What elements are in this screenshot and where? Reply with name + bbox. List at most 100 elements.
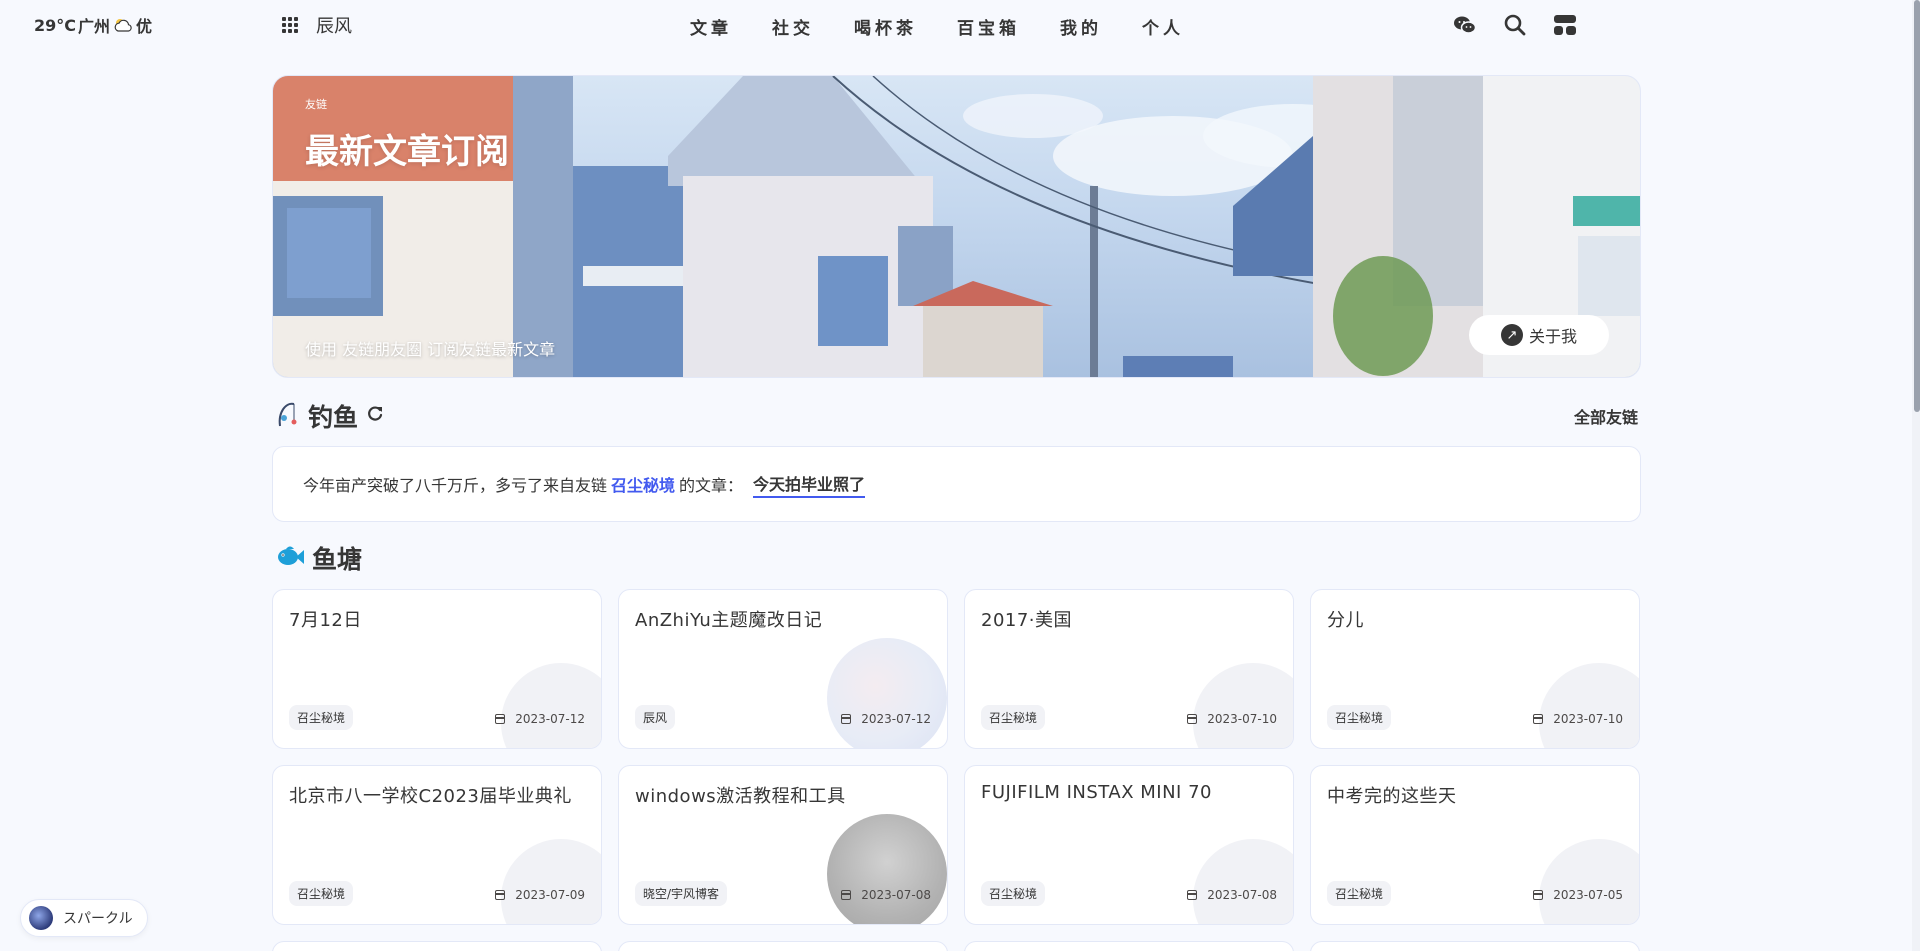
weather-aqi: 优: [136, 17, 153, 36]
calendar-icon: [1533, 714, 1544, 724]
top-navbar: 29°C 广州 优 辰风 文章 社交 喝杯茶 百宝箱 我的 个人: [0, 0, 1920, 52]
author-tag[interactable]: 召尘秘境: [289, 881, 354, 906]
author-tag[interactable]: 辰风: [635, 705, 676, 730]
author-tag[interactable]: 晓空/宇风博客: [635, 881, 728, 906]
search-icon[interactable]: [1502, 12, 1528, 38]
article-card[interactable]: 2017·美国 召尘秘境 2023-07-10: [964, 589, 1294, 749]
layout-toggle-icon[interactable]: [1552, 12, 1578, 38]
scrollbar-thumb[interactable]: [1914, 0, 1920, 412]
article-title: 中考完的这些天: [1327, 786, 1457, 807]
fishing-card: 今年亩产突破了八千万斤，多亏了来自友链 召尘秘境 的文章： 今天拍毕业照了: [272, 446, 1641, 522]
article-date: 2023-07-10: [1187, 712, 1277, 726]
author-tag[interactable]: 召尘秘境: [1327, 881, 1392, 906]
article-card-partial[interactable]: [618, 941, 948, 951]
article-title: AnZhiYu主题魔改日记: [635, 610, 823, 631]
article-card-partial[interactable]: [1310, 941, 1640, 951]
article-card[interactable]: 北京市八一学校C2023届毕业典礼 召尘秘境 2023-07-09: [272, 765, 602, 925]
fishing-rod-icon: [276, 400, 300, 432]
author-tag[interactable]: 召尘秘境: [981, 881, 1046, 906]
author-avatar: [501, 839, 601, 924]
article-date-text: 2023-07-09: [515, 888, 585, 902]
article-date-text: 2023-07-08: [1207, 888, 1277, 902]
calendar-icon: [1187, 890, 1198, 900]
article-title: windows激活教程和工具: [635, 786, 846, 807]
article-date-text: 2023-07-10: [1553, 712, 1623, 726]
fish-pond-grid: 7月12日 召尘秘境 2023-07-12 AnZhiYu主题魔改日记 辰风 2…: [272, 589, 1641, 925]
fishing-blog-link[interactable]: 召尘秘境: [611, 472, 675, 496]
fishing-text-middle: 的文章：: [679, 476, 744, 495]
calendar-icon: [841, 714, 852, 724]
author-avatar: [1539, 839, 1639, 924]
article-date-text: 2023-07-08: [861, 888, 931, 902]
weather-temp: 29°C: [34, 15, 77, 35]
pond-section-header: 鱼塘: [276, 540, 362, 576]
pond-heading: 鱼塘: [312, 545, 363, 574]
nav-left: 辰风: [282, 12, 352, 38]
author-tag[interactable]: 召尘秘境: [1327, 705, 1392, 730]
author-avatar: [827, 638, 947, 748]
article-date: 2023-07-08: [841, 888, 931, 902]
article-title: 分儿: [1327, 610, 1364, 631]
fishing-post-link[interactable]: 今天拍毕业照了: [753, 471, 866, 498]
weather-widget[interactable]: 29°C 广州 优: [34, 13, 152, 37]
calendar-icon: [1187, 714, 1198, 724]
about-me-label: 关于我: [1528, 327, 1577, 346]
author-tag[interactable]: 召尘秘境: [289, 705, 354, 730]
article-date: 2023-07-12: [841, 712, 931, 726]
banner-illustration: [273, 76, 1640, 377]
nav-item-tea[interactable]: 喝杯茶: [854, 14, 917, 39]
partly-cloudy-icon: [112, 17, 134, 33]
article-date: 2023-07-12: [495, 712, 585, 726]
all-links-link[interactable]: 全部友链: [1574, 404, 1638, 428]
article-card[interactable]: windows激活教程和工具 晓空/宇风博客 2023-07-08: [618, 765, 948, 925]
article-date: 2023-07-10: [1533, 712, 1623, 726]
article-card-partial[interactable]: [272, 941, 602, 951]
nav-item-personal[interactable]: 个人: [1142, 14, 1184, 39]
article-card-partial[interactable]: [964, 941, 1294, 951]
article-title: FUJIFILM INSTAX MINI 70: [981, 782, 1212, 803]
nav-right: [1452, 12, 1578, 38]
article-card[interactable]: FUJIFILM INSTAX MINI 70 召尘秘境 2023-07-08: [964, 765, 1294, 925]
article-card[interactable]: 中考完的这些天 召尘秘境 2023-07-05: [1310, 765, 1640, 925]
author-avatar: [1539, 663, 1639, 748]
article-card[interactable]: 7月12日 召尘秘境 2023-07-12: [272, 589, 602, 749]
article-date: 2023-07-08: [1187, 888, 1277, 902]
article-card[interactable]: 分儿 召尘秘境 2023-07-10: [1310, 589, 1640, 749]
calendar-icon: [841, 890, 852, 900]
article-title: 2017·美国: [981, 610, 1073, 631]
nav-item-articles[interactable]: 文章: [690, 14, 732, 39]
fishing-heading: 钓鱼: [308, 403, 359, 432]
article-date-text: 2023-07-12: [515, 712, 585, 726]
main-nav: 文章 社交 喝杯茶 百宝箱 我的 个人: [690, 14, 1224, 39]
arrow-up-right-icon: ↗: [1500, 324, 1523, 346]
author-avatar: [501, 663, 601, 748]
author-tag[interactable]: 召尘秘境: [981, 705, 1046, 730]
article-card[interactable]: AnZhiYu主题魔改日记 辰风 2023-07-12: [618, 589, 948, 749]
fishing-section-header: 钓鱼: [276, 398, 384, 434]
calendar-icon: [1533, 890, 1544, 900]
nav-item-social[interactable]: 社交: [772, 14, 814, 39]
apps-grid-icon[interactable]: [282, 17, 298, 33]
article-title: 北京市八一学校C2023届毕业典礼: [289, 786, 572, 807]
weather-city: 广州: [78, 17, 111, 36]
music-title: スパークル: [63, 911, 133, 927]
music-player-pill[interactable]: スパークル: [20, 899, 148, 937]
refresh-icon[interactable]: [366, 405, 384, 427]
friends-banner: 友链 最新文章订阅 使用 友链朋友圈 订阅友链最新文章 ↗ 关于我: [272, 75, 1641, 378]
article-title: 7月12日: [289, 610, 362, 631]
nav-item-mine[interactable]: 我的: [1060, 14, 1102, 39]
nav-item-toolbox[interactable]: 百宝箱: [957, 14, 1020, 39]
site-name[interactable]: 辰风: [316, 12, 352, 38]
author-avatar: [827, 814, 947, 924]
article-date-text: 2023-07-12: [861, 712, 931, 726]
author-avatar: [1193, 839, 1293, 924]
article-date: 2023-07-09: [495, 888, 585, 902]
article-date: 2023-07-05: [1533, 888, 1623, 902]
wechat-icon[interactable]: [1452, 12, 1478, 38]
calendar-icon: [495, 714, 506, 724]
author-avatar: [1193, 663, 1293, 748]
banner-tag: 友链: [305, 98, 327, 111]
about-me-button[interactable]: ↗ 关于我: [1469, 315, 1609, 355]
calendar-icon: [495, 890, 506, 900]
banner-description: 使用 友链朋友圈 订阅友链最新文章: [305, 340, 556, 359]
